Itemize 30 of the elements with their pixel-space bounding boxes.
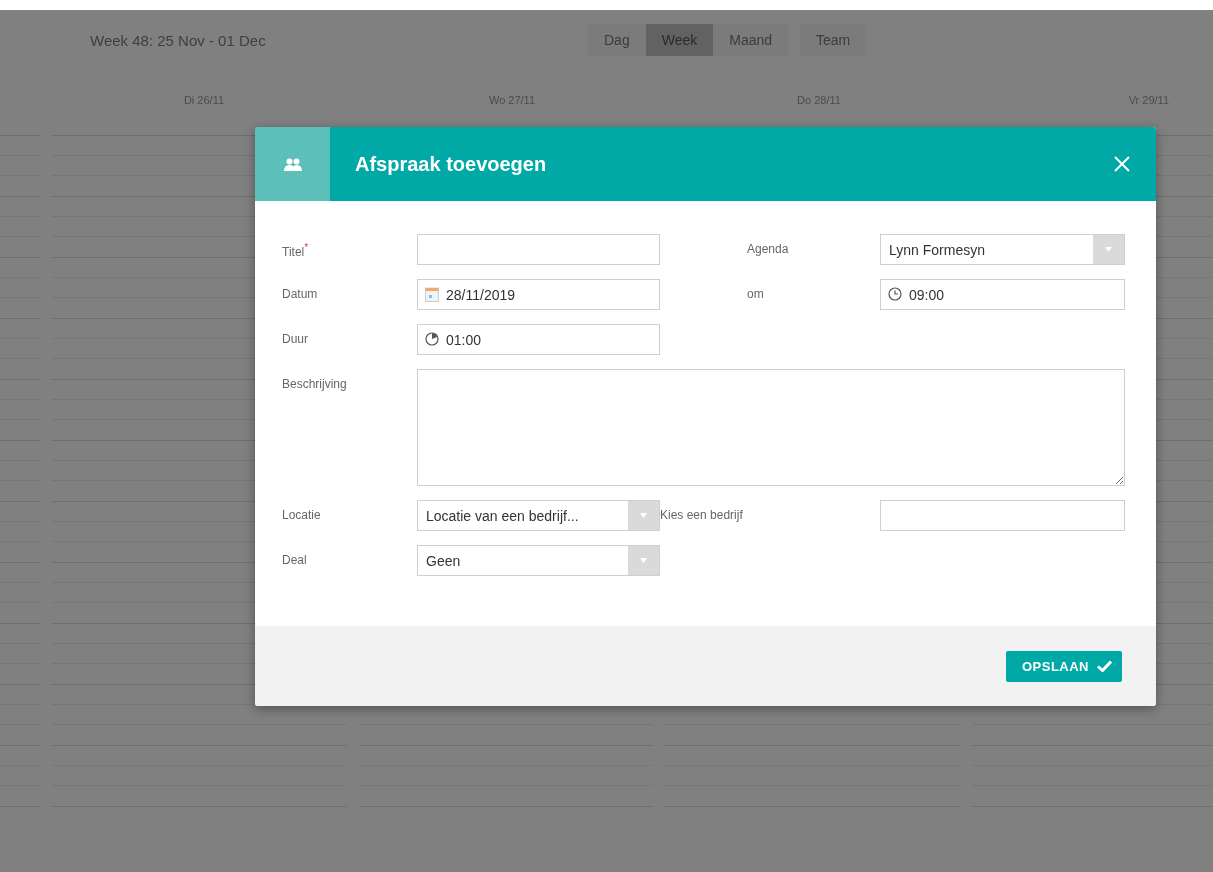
field-label: Locatie (282, 507, 322, 524)
field-label: Datum (282, 286, 319, 303)
calendar-icon (425, 287, 439, 302)
field-label: Deal (282, 552, 308, 569)
field-label: Titel$^{*}$ (282, 241, 310, 261)
people-icon (283, 157, 302, 171)
field-label: Beschrijving (282, 376, 348, 393)
field-label: Duur (282, 331, 309, 348)
dropdown-button[interactable] (628, 501, 659, 530)
field-label: om (746, 286, 765, 303)
field-label: Agenda (746, 241, 790, 258)
caret-icon (1105, 247, 1112, 252)
dropdown-button[interactable] (1093, 235, 1124, 264)
input-field[interactable]: 09:00 (880, 279, 1125, 310)
clock-icon (888, 287, 902, 301)
description-field[interactable] (417, 369, 1125, 486)
dropdown-button[interactable] (628, 546, 659, 575)
input-field[interactable] (880, 500, 1125, 531)
close-button[interactable] (1114, 156, 1130, 172)
caret-icon (640, 558, 647, 563)
input-field[interactable]: 01:00 (417, 324, 660, 355)
check-icon (1097, 660, 1112, 672)
input-field[interactable]: 28/11/2019 (417, 279, 660, 310)
caret-icon (640, 513, 647, 518)
week-range: Week 48: 25 Nov - 01 Dec (90, 31, 267, 49)
field-label: Kies een bedrijf (660, 507, 744, 524)
dialog-title: Afspraak toevoegen (355, 152, 548, 176)
input-field[interactable] (417, 234, 660, 265)
close-icon (1114, 156, 1130, 172)
pie-clock-icon (425, 332, 439, 346)
